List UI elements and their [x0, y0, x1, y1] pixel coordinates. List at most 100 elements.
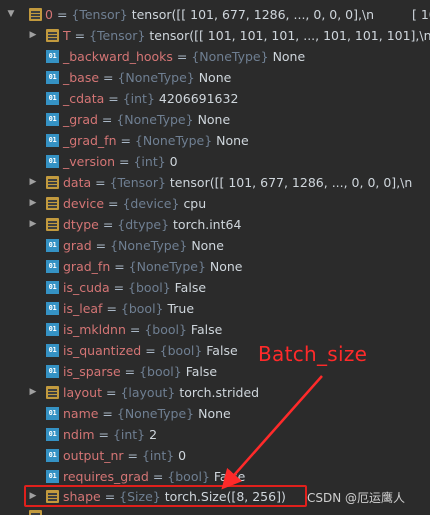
var-type: {bool}: [144, 322, 187, 337]
var-value: None: [272, 49, 306, 64]
row-label: is_quantized = {bool} False: [63, 343, 238, 358]
var-type: {Tensor}: [71, 7, 128, 22]
var-type: {NoneType}: [134, 133, 213, 148]
var-name: grad: [63, 238, 92, 253]
tree-row-requires-grad[interactable]: 01 requires_grad = {bool} False: [0, 466, 430, 487]
tree-row-partial: [0, 507, 430, 515]
row-label: layout = {layout} torch.strided: [63, 385, 260, 400]
primitive-field-icon: 01: [46, 134, 59, 147]
var-name: _base: [63, 70, 100, 85]
fields-icon: [29, 8, 42, 21]
tree-row-data[interactable]: ▶ data = {Tensor} tensor([[ 101, 677, 12…: [0, 172, 430, 193]
row-label: _cdata = {int} 4206691632: [63, 91, 239, 106]
fields-icon: [46, 176, 59, 189]
tree-row-layout[interactable]: ▶ layout = {layout} torch.strided: [0, 382, 430, 403]
row-label: output_nr = {int} 0: [63, 448, 187, 463]
var-value: False: [185, 364, 218, 379]
primitive-field-icon: 01: [46, 470, 59, 483]
var-type: {NoneType}: [128, 259, 206, 274]
var-value: None: [209, 259, 243, 274]
row-label: 0 = {Tensor} tensor([[ 101, 677, 1286, .…: [45, 7, 375, 22]
tree-row-version[interactable]: 01 _version = {int} 0: [0, 151, 430, 172]
var-value: torch.int64: [173, 217, 242, 232]
var-value: tensor([[ 101, 101, 101, ..., 101, 101, …: [149, 28, 430, 43]
var-type: {NoneType}: [116, 112, 194, 127]
primitive-field-icon: 01: [46, 71, 59, 84]
collapsed-arrow-icon[interactable]: ▶: [27, 214, 39, 235]
primitive-field-icon: 01: [46, 302, 59, 315]
tree-row-root[interactable]: ▼ 0 = {Tensor} tensor([[ 101, 677, 1286,…: [0, 4, 430, 25]
var-type: {layout}: [120, 385, 176, 400]
primitive-field-icon: 01: [46, 113, 59, 126]
row-label: ndim = {int} 2: [63, 427, 158, 442]
tree-row-cdata[interactable]: 01 _cdata = {int} 4206691632: [0, 88, 430, 109]
collapsed-arrow-icon[interactable]: ▶: [27, 382, 39, 403]
var-value: True: [167, 301, 195, 316]
var-type: {int}: [112, 427, 146, 442]
row-label: dtype = {dtype} torch.int64: [63, 217, 242, 232]
tree-row-is-leaf[interactable]: 01 is_leaf = {bool} True: [0, 298, 430, 319]
var-value: None: [191, 238, 224, 253]
var-name: is_quantized: [63, 343, 142, 358]
tree-row-is-cuda[interactable]: 01 is_cuda = {bool} False: [0, 277, 430, 298]
primitive-field-icon: 01: [46, 239, 59, 252]
tree-row-is-mkldnn[interactable]: 01 is_mkldnn = {bool} False: [0, 319, 430, 340]
tree-row-grad-private[interactable]: 01 _grad = {NoneType} None: [0, 109, 430, 130]
var-value: 0: [178, 448, 187, 463]
fields-icon: [46, 218, 59, 231]
tree-row-device[interactable]: ▶ device = {device} cpu: [0, 193, 430, 214]
tree-row-T[interactable]: ▶ T = {Tensor} tensor([[ 101, 101, 101, …: [0, 25, 430, 46]
var-type: {NoneType}: [116, 406, 195, 421]
var-value: False: [213, 469, 246, 484]
var-type: {bool}: [159, 343, 203, 358]
fields-icon: [46, 197, 59, 210]
primitive-field-icon: 01: [46, 449, 59, 462]
var-value: cpu: [183, 196, 207, 211]
var-value: tensor([[ 101, 677, 1286, ..., 0, 0, 0],…: [131, 7, 375, 22]
var-name: 0: [45, 7, 53, 22]
row-label: T = {Tensor} tensor([[ 101, 101, 101, ..…: [63, 28, 430, 43]
primitive-field-icon: 01: [46, 50, 59, 63]
var-value: False: [190, 322, 223, 337]
tree-row-grad-fn[interactable]: 01 grad_fn = {NoneType} None: [0, 256, 430, 277]
var-type: {bool}: [167, 469, 210, 484]
primitive-field-icon: 01: [46, 344, 59, 357]
primitive-field-icon: 01: [46, 365, 59, 378]
expanded-arrow-icon[interactable]: ▼: [5, 4, 17, 25]
var-type: {bool}: [120, 301, 164, 316]
primitive-field-icon: 01: [46, 92, 59, 105]
var-value: torch.strided: [179, 385, 260, 400]
primitive-field-icon: 01: [46, 260, 59, 273]
tree-row-ndim[interactable]: 01 ndim = {int} 2: [0, 424, 430, 445]
tree-row-output-nr[interactable]: 01 output_nr = {int} 0: [0, 445, 430, 466]
var-name: is_leaf: [63, 301, 103, 316]
var-value: None: [198, 406, 231, 421]
var-type: {Tensor}: [89, 28, 146, 43]
watermark: CSDN @厄运鹰人: [307, 491, 406, 505]
row-label: device = {device} cpu: [63, 196, 207, 211]
tree-row-base[interactable]: 01 _base = {NoneType} None: [0, 67, 430, 88]
collapsed-arrow-icon[interactable]: ▶: [27, 193, 39, 214]
var-type: {dtype}: [117, 217, 170, 232]
var-value: 4206691632: [158, 91, 239, 106]
row-label: data = {Tensor} tensor([[ 101, 677, 1286…: [63, 175, 413, 190]
var-name: is_sparse: [63, 364, 121, 379]
annotation-label: Batch_size: [258, 342, 368, 366]
var-type: {int}: [122, 91, 155, 106]
tree-row-name[interactable]: 01 name = {NoneType} None: [0, 403, 430, 424]
var-type: {bool}: [128, 280, 171, 295]
var-name: requires_grad: [63, 469, 149, 484]
var-type: {Tensor}: [109, 175, 166, 190]
fields-icon: [29, 510, 42, 515]
var-value: False: [206, 343, 238, 358]
var-name: dtype: [63, 217, 99, 232]
row-label: _grad_fn = {NoneType} None: [63, 133, 249, 148]
tree-row-dtype[interactable]: ▶ dtype = {dtype} torch.int64: [0, 214, 430, 235]
var-name: _grad: [63, 112, 98, 127]
tree-row-backward-hooks[interactable]: 01 _backward_hooks = {NoneType} None: [0, 46, 430, 67]
collapsed-arrow-icon[interactable]: ▶: [27, 25, 39, 46]
var-name: _grad_fn: [63, 133, 117, 148]
tree-row-grad[interactable]: 01 grad = {NoneType} None: [0, 235, 430, 256]
collapsed-arrow-icon[interactable]: ▶: [27, 172, 39, 193]
tree-row-grad-fn-private[interactable]: 01 _grad_fn = {NoneType} None: [0, 130, 430, 151]
